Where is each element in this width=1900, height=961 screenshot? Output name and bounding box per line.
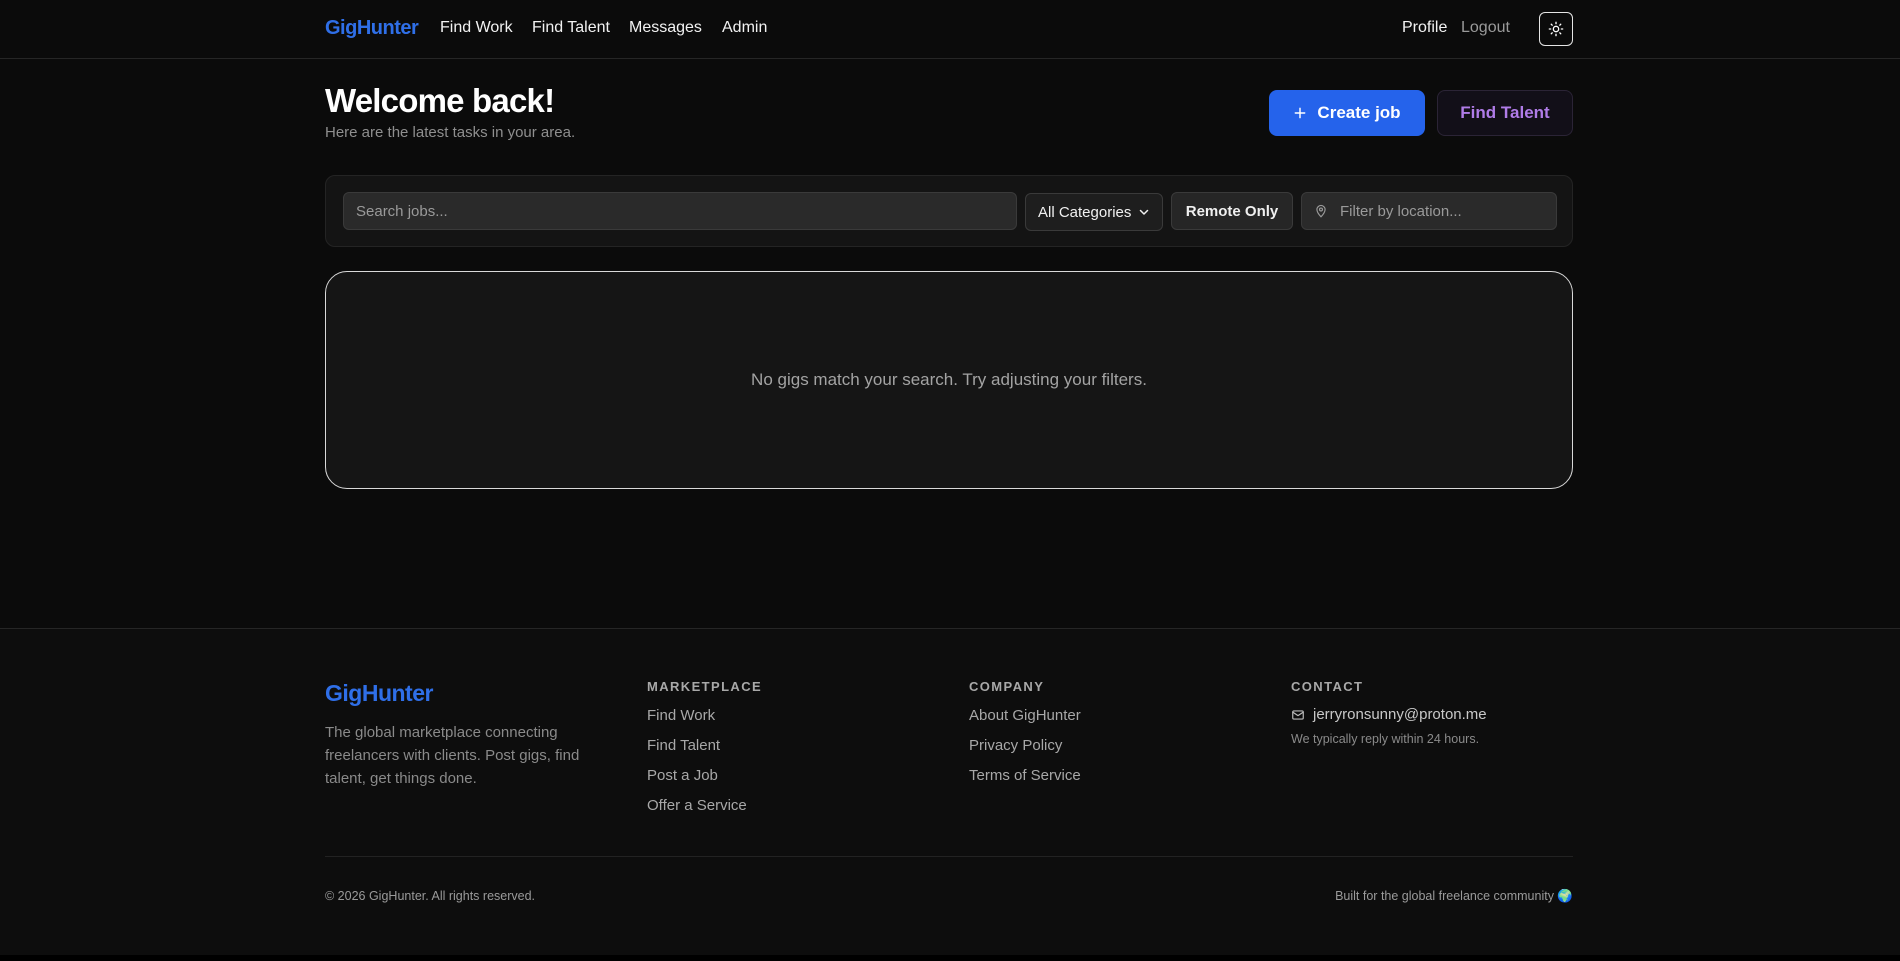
footer-divider — [325, 856, 1573, 857]
footer-marketplace-column: MARKETPLACE Find Work Find Talent Post a… — [647, 679, 762, 826]
create-job-button[interactable]: Create job — [1269, 90, 1425, 136]
brand-logo[interactable]: GigHunter — [325, 17, 419, 40]
theme-toggle-button[interactable] — [1539, 12, 1573, 46]
footer-brand[interactable]: GigHunter — [325, 680, 433, 707]
create-job-label: Create job — [1317, 103, 1401, 122]
page: GigHunter Find Work Find Talent Messages… — [0, 0, 1900, 961]
nav-admin[interactable]: Admin — [722, 19, 767, 37]
map-pin-icon — [1316, 204, 1326, 218]
footer-link-find-work[interactable]: Find Work — [647, 706, 762, 725]
footer-company-title: COMPANY — [969, 679, 1045, 694]
find-talent-label: Find Talent — [1460, 103, 1550, 122]
footer-link-terms[interactable]: Terms of Service — [969, 766, 1081, 785]
bottom-edge — [0, 955, 1900, 961]
footer-marketplace-title: MARKETPLACE — [647, 679, 763, 694]
footer-link-privacy[interactable]: Privacy Policy — [969, 736, 1081, 755]
page-subtitle: Here are the latest tasks in your area. — [325, 124, 576, 141]
footer-copyright: © 2026 GigHunter. All rights reserved. — [325, 889, 536, 903]
footer-description: The global marketplace connecting freela… — [325, 724, 580, 787]
chevron-down-icon — [1139, 209, 1149, 215]
footer: GigHunter The global marketplace connect… — [0, 628, 1900, 961]
footer-link-post-job[interactable]: Post a Job — [647, 766, 762, 785]
nav-messages[interactable]: Messages — [629, 19, 702, 37]
nav-profile[interactable]: Profile — [1402, 19, 1447, 37]
footer-company-column: COMPANY About GigHunter Privacy Policy T… — [969, 679, 1081, 796]
category-select[interactable]: All Categories — [1025, 193, 1163, 231]
page-title: Welcome back! — [325, 82, 555, 119]
footer-contact-title: CONTACT — [1291, 679, 1364, 694]
remote-only-label: Remote Only — [1185, 202, 1279, 220]
footer-contact-column: CONTACT jerryronsunny@proton.me We typic… — [1291, 679, 1487, 746]
footer-link-about[interactable]: About GigHunter — [969, 706, 1081, 725]
nav-find-work[interactable]: Find Work — [440, 19, 513, 37]
footer-built-for: Built for the global freelance community… — [1335, 889, 1573, 903]
nav-find-talent[interactable]: Find Talent — [532, 19, 610, 37]
sun-icon — [1548, 21, 1564, 37]
mail-icon — [1292, 709, 1304, 720]
location-input[interactable] — [1336, 193, 1554, 229]
footer-reply-note: We typically reply within 24 hours. — [1291, 732, 1480, 746]
empty-state-card: No gigs match your search. Try adjusting… — [325, 271, 1573, 489]
footer-email-row[interactable]: jerryronsunny@proton.me — [1291, 706, 1487, 723]
location-filter[interactable] — [1301, 192, 1557, 230]
plus-icon — [1295, 107, 1306, 119]
filter-bar: All Categories Remote Only — [325, 175, 1573, 247]
search-input[interactable] — [343, 192, 1017, 230]
footer-link-find-talent[interactable]: Find Talent — [647, 736, 762, 755]
nav-logout[interactable]: Logout — [1461, 19, 1510, 37]
top-navbar: GigHunter Find Work Find Talent Messages… — [0, 0, 1900, 59]
footer-email[interactable]: jerryronsunny@proton.me — [1313, 706, 1487, 723]
category-select-value: All Categories — [1038, 203, 1132, 221]
footer-link-offer-service[interactable]: Offer a Service — [647, 796, 762, 815]
find-talent-button[interactable]: Find Talent — [1437, 90, 1573, 136]
empty-state-message: No gigs match your search. Try adjusting… — [751, 370, 1147, 389]
remote-only-toggle[interactable]: Remote Only — [1171, 192, 1293, 230]
